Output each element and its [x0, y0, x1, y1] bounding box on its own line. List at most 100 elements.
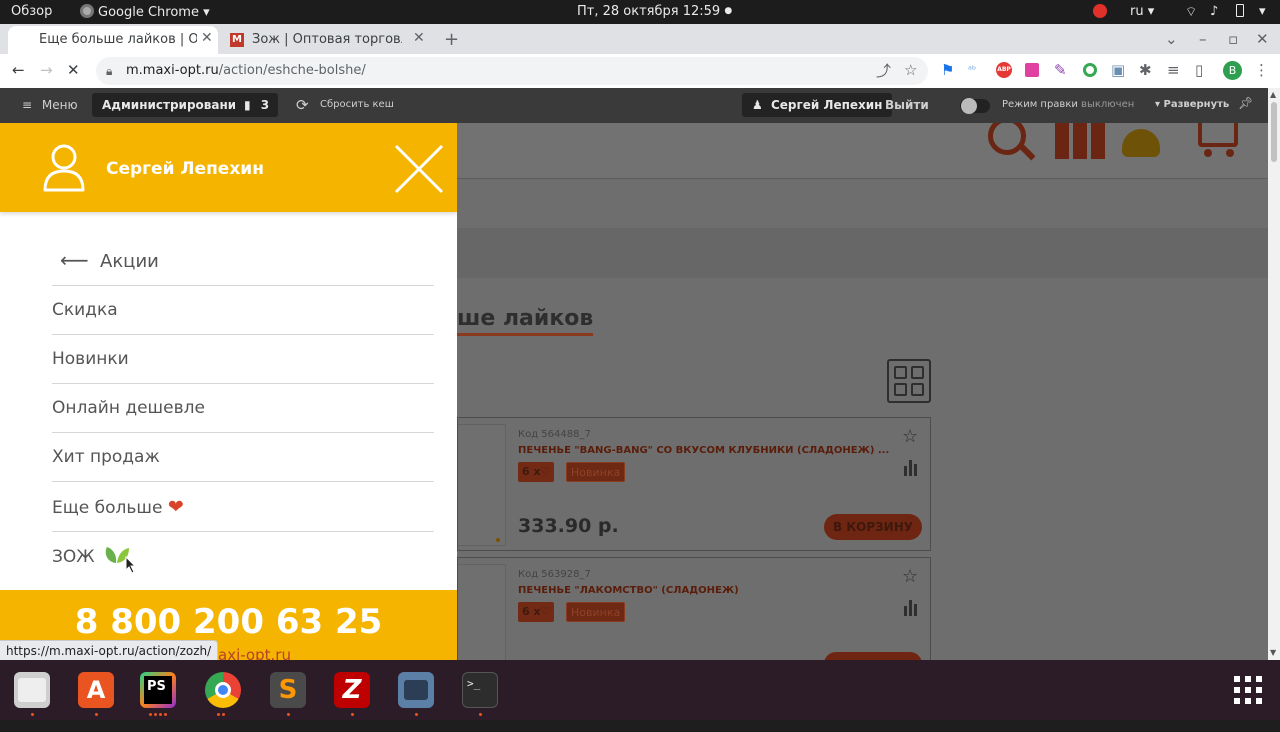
extension-square-icon[interactable]	[1025, 63, 1039, 77]
menu-item-healthy-lifestyle[interactable]: ЗОЖ	[52, 532, 434, 581]
product-image[interactable]	[458, 424, 506, 546]
show-apps-grid-icon[interactable]	[1234, 676, 1262, 704]
menu-item-more-likes[interactable]: Еще больше ❤	[52, 482, 434, 532]
close-icon[interactable]	[394, 144, 444, 194]
extensions-puzzle-icon[interactable]: ✱	[1139, 63, 1152, 78]
profile-avatar[interactable]: В	[1223, 61, 1242, 80]
grid-view-icon[interactable]	[887, 359, 931, 403]
chrome-menu-icon[interactable]: ⋮	[1254, 63, 1269, 78]
product-card[interactable]: Код 564488_7 ПЕЧЕНЬЕ "BANG-BANG" СО ВКУС…	[457, 417, 931, 551]
product-card[interactable]: Код 563928_7 ПЕЧЕНЬЕ "ЛАКОМСТВО" (СЛАДОН…	[457, 557, 931, 660]
adblock-icon[interactable]: ABP	[996, 62, 1012, 78]
edit-mode-toggle[interactable]	[960, 98, 990, 114]
power-menu-caret-icon[interactable]: ▾	[1259, 4, 1266, 19]
running-indicator	[478, 713, 483, 717]
product-image[interactable]	[458, 564, 506, 660]
menu-back-item[interactable]: ⟵ Акции	[52, 237, 434, 286]
running-indicator	[350, 713, 355, 717]
forward-icon[interactable]: →	[40, 63, 53, 78]
tab-close-icon[interactable]: ✕	[413, 30, 425, 46]
admin-menu-button[interactable]: ≡ Меню	[22, 98, 78, 112]
taskbar-dock: A PS S Z >_	[0, 660, 1280, 720]
notifications-button[interactable]: ▮ 3	[235, 93, 279, 117]
expand-button[interactable]: ▾ Развернуть	[1155, 99, 1229, 110]
side-panel-icon[interactable]: ▯	[1195, 63, 1203, 78]
terminal-icon[interactable]: >_	[462, 672, 498, 708]
menu-item-bestseller[interactable]: Хит продаж	[52, 433, 434, 482]
clock[interactable]: Пт, 28 октября 12:59 ●	[577, 4, 732, 19]
cart-icon[interactable]	[1198, 123, 1238, 147]
wifi-icon[interactable]: ⌔	[1185, 4, 1197, 20]
extension-circle-icon[interactable]	[1083, 63, 1097, 77]
product-price: 333.90 р.	[518, 515, 619, 537]
phpstorm-icon[interactable]: PS	[140, 672, 176, 708]
chrome-app-icon[interactable]	[205, 672, 241, 708]
link-status-bubble: https://m.maxi-opt.ru/action/zozh/	[0, 640, 219, 660]
maximize-icon[interactable]: ▫	[1228, 32, 1238, 47]
tab-inactive[interactable]: M Зож | Оптовая торговля ✕	[222, 26, 432, 54]
bookmark-star-icon[interactable]: ☆	[904, 63, 917, 78]
video-editor-icon[interactable]	[398, 672, 434, 708]
menu-item-discount[interactable]: Скидка	[52, 286, 434, 335]
administration-button[interactable]: Администрирование	[92, 93, 255, 117]
add-to-cart-button[interactable]: В КОРЗИНУ	[824, 514, 922, 540]
reset-cache-button[interactable]: Сбросить кеш	[320, 99, 394, 110]
heart-icon: ❤	[167, 496, 184, 518]
side-menu-drawer: Сергей Лепехин ⟵ Акции Скидка Новинки Он…	[0, 123, 457, 660]
activities-button[interactable]: Обзор	[11, 4, 52, 19]
site-info-icon[interactable]: 🔒︎	[106, 64, 112, 79]
cart-wheel-icon	[1204, 149, 1212, 157]
new-tab-icon[interactable]: +	[444, 31, 459, 49]
phone-number[interactable]: 8 800 200 63 25	[0, 602, 457, 642]
quantity-label: 6 x	[522, 465, 541, 478]
product-name[interactable]: ПЕЧЕНЬЕ "ЛАКОМСТВО" (СЛАДОНЕЖ)	[518, 585, 739, 596]
window-close-icon[interactable]: ✕	[1256, 32, 1269, 47]
extension-flag-icon[interactable]: ⚑	[941, 63, 954, 78]
page-scrollbar[interactable]: ▲ ▼	[1268, 88, 1280, 660]
tab-close-icon[interactable]: ✕	[201, 30, 213, 46]
filezilla-icon[interactable]: Z	[334, 672, 370, 708]
pin-icon[interactable]: 📌︎	[1238, 96, 1253, 110]
scroll-up-icon[interactable]: ▲	[1270, 90, 1276, 99]
catalog-icon[interactable]	[1055, 123, 1105, 159]
drawer-username[interactable]: Сергей Лепехин	[106, 159, 264, 179]
extension-translate-icon[interactable]: ᵃᵇ	[968, 63, 976, 78]
reload-icon[interactable]: ✕	[67, 63, 80, 78]
menu-item-online-cheaper[interactable]: Онлайн дешевле	[52, 384, 434, 433]
drawer-header: Сергей Лепехин	[0, 123, 457, 212]
money-bag-icon[interactable]	[1122, 129, 1160, 157]
site-link[interactable]: axi-opt.ru	[218, 646, 291, 660]
product-name[interactable]: ПЕЧЕНЬЕ "BANG-BANG" СО ВКУСОМ КЛУБНИКИ (…	[518, 445, 889, 456]
share-icon[interactable]: ⤴	[876, 64, 891, 79]
address-bar[interactable]: 🔒︎ m.maxi-opt.ru/action/eshche-bolshe/ ⤴…	[96, 57, 928, 85]
favorite-star-icon[interactable]: ☆	[902, 426, 918, 447]
minimize-icon[interactable]: –	[1199, 32, 1207, 47]
volume-icon[interactable]: ♪	[1210, 4, 1218, 19]
add-to-cart-button-partial[interactable]	[824, 652, 922, 660]
menu-item-new[interactable]: Новинки	[52, 335, 434, 384]
extension-pen-icon[interactable]: ✎	[1054, 63, 1067, 78]
scrollbar-thumb[interactable]	[1271, 102, 1277, 162]
sublime-text-icon[interactable]: S	[270, 672, 306, 708]
running-indicator	[148, 713, 168, 717]
favorite-star-icon[interactable]: ☆	[902, 566, 918, 587]
language-switch[interactable]: ru ▾	[1130, 4, 1154, 19]
files-app-icon[interactable]	[14, 672, 50, 708]
record-indicator-icon[interactable]	[1093, 4, 1107, 22]
scroll-down-icon[interactable]: ▼	[1270, 648, 1276, 657]
software-center-icon[interactable]: A	[78, 672, 114, 708]
battery-icon[interactable]	[1236, 4, 1244, 21]
logout-button[interactable]: Выйти	[885, 98, 929, 112]
current-user-button[interactable]: ♟ Сергей Лепехин	[742, 93, 893, 117]
quantity-badge: 6 x♡	[518, 602, 555, 622]
refresh-icon[interactable]: ⟳	[296, 96, 309, 114]
reading-list-icon[interactable]: ≡	[1167, 63, 1180, 78]
tab-active[interactable]: Еще больше лайков | Оп ✕	[8, 26, 218, 54]
quantity-badge: 6 x♡	[518, 462, 555, 482]
menu-item-label: Скидка	[52, 300, 118, 320]
app-menu[interactable]: Google Chrome ▾	[80, 4, 210, 20]
tab-search-icon[interactable]: ⌄	[1165, 32, 1178, 47]
back-icon[interactable]: ←	[12, 63, 25, 78]
app-name: Google Chrome	[98, 5, 199, 20]
extension-screenshot-icon[interactable]: ▣	[1111, 63, 1125, 78]
